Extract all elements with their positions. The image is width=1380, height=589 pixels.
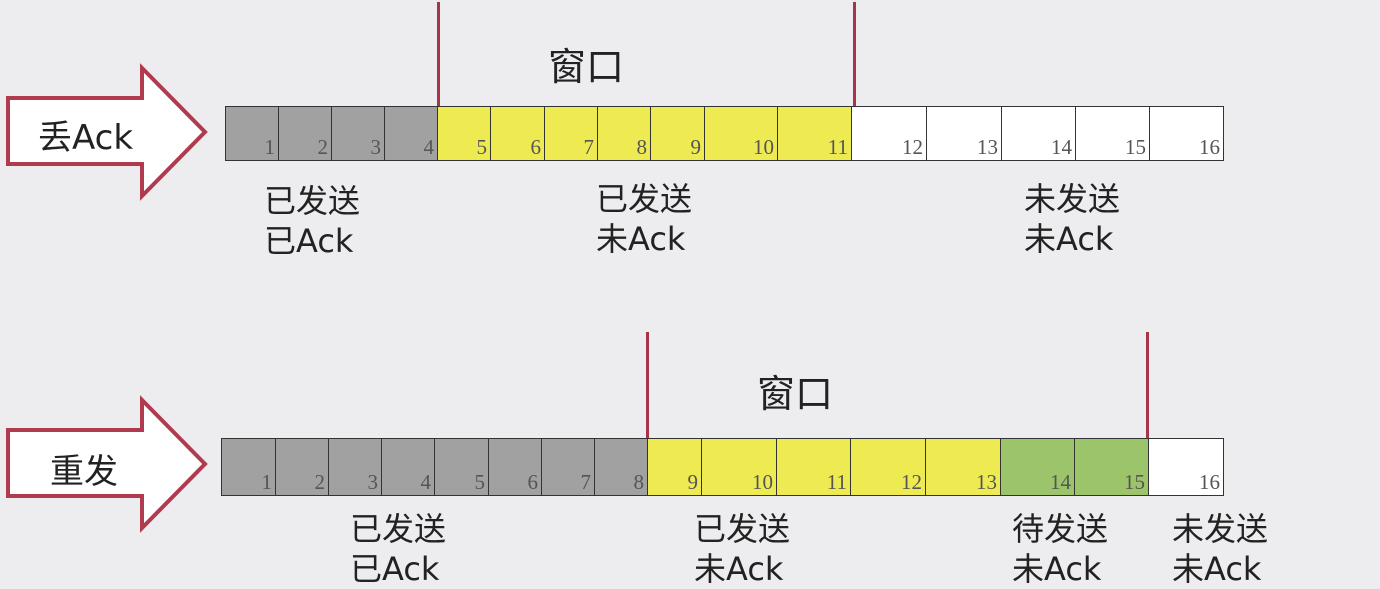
sequence-cell: 8 xyxy=(594,438,648,496)
sequence-cell: 10 xyxy=(701,438,777,496)
sequence-cell: 5 xyxy=(434,438,489,496)
sequence-number: 14 xyxy=(1051,135,1072,159)
sequence-number: 16 xyxy=(1199,470,1220,494)
sequence-number: 13 xyxy=(977,135,998,159)
sequence-number: 6 xyxy=(530,135,542,159)
sequence-cell: 6 xyxy=(490,106,545,161)
sequence-cell: 13 xyxy=(926,106,1002,161)
sequence-number: 12 xyxy=(902,135,923,159)
sequence-cell: 11 xyxy=(777,106,852,161)
sequence-number: 8 xyxy=(633,470,645,494)
sequence-cell: 12 xyxy=(850,438,926,496)
sequence-cell: 15 xyxy=(1074,438,1149,496)
state-label: 未发送 未Ack xyxy=(1024,180,1121,258)
sequence-number: 3 xyxy=(367,470,379,494)
sequence-cell: 12 xyxy=(851,106,927,161)
sequence-cell: 14 xyxy=(1001,106,1076,161)
sequence-cell: 2 xyxy=(278,106,332,161)
sequence-cell: 9 xyxy=(650,106,705,161)
state-label: 未发送 未Ack xyxy=(1172,510,1269,588)
sequence-number: 13 xyxy=(976,470,997,494)
sequence-number: 4 xyxy=(420,470,432,494)
sequence-number: 11 xyxy=(826,470,847,494)
sequence-cell: 10 xyxy=(704,106,778,161)
sequence-number: 14 xyxy=(1050,470,1071,494)
sequence-number: 9 xyxy=(690,135,702,159)
sequence-cell: 3 xyxy=(331,106,385,161)
sequence-number: 7 xyxy=(583,135,595,159)
sequence-cell: 7 xyxy=(544,106,598,161)
sequence-cell: 3 xyxy=(328,438,382,496)
window-right-line xyxy=(1146,332,1149,439)
sequence-cell: 16 xyxy=(1149,106,1224,161)
sequence-number: 4 xyxy=(423,135,435,159)
sequence-cell: 9 xyxy=(647,438,702,496)
state-label: 已发送 未Ack xyxy=(694,510,791,588)
sequence-number: 1 xyxy=(261,470,273,494)
sequence-number: 16 xyxy=(1199,135,1220,159)
sequence-cell: 11 xyxy=(776,438,851,496)
sequence-number: 12 xyxy=(901,470,922,494)
sequence-cell: 8 xyxy=(597,106,651,161)
window-left-line xyxy=(437,2,440,107)
sequence-cell: 6 xyxy=(488,438,542,496)
sequence-cell: 5 xyxy=(437,106,491,161)
sequence-number: 9 xyxy=(687,470,699,494)
state-label: 已发送 已Ack xyxy=(350,510,447,588)
row-title: 丢Ack xyxy=(38,118,134,158)
state-label: 待发送 未Ack xyxy=(1012,510,1109,588)
sequence-cell: 14 xyxy=(1000,438,1075,496)
sequence-number: 11 xyxy=(827,135,848,159)
window-right-line xyxy=(853,2,856,107)
sequence-number: 2 xyxy=(314,470,326,494)
sequence-number: 6 xyxy=(527,470,539,494)
row-title: 重发 xyxy=(50,452,118,492)
state-label: 已发送 未Ack xyxy=(596,180,693,258)
window-label: 窗口 xyxy=(757,372,834,416)
sequence-number: 2 xyxy=(317,135,329,159)
sequence-number: 1 xyxy=(264,135,276,159)
sequence-cell: 16 xyxy=(1148,438,1224,496)
sequence-number: 15 xyxy=(1125,135,1146,159)
window-left-line xyxy=(646,332,649,439)
sequence-number: 10 xyxy=(753,135,774,159)
window-label: 窗口 xyxy=(548,45,625,89)
sequence-number: 5 xyxy=(476,135,488,159)
sequence-cell: 2 xyxy=(275,438,329,496)
sequence-cell: 1 xyxy=(225,106,279,161)
sequence-number: 8 xyxy=(636,135,648,159)
sequence-number: 7 xyxy=(580,470,592,494)
sequence-number: 5 xyxy=(474,470,486,494)
sequence-number: 3 xyxy=(370,135,382,159)
sequence-cell: 13 xyxy=(925,438,1001,496)
sequence-number: 10 xyxy=(752,470,773,494)
sequence-cell: 1 xyxy=(221,438,276,496)
sequence-cell: 7 xyxy=(541,438,595,496)
sequence-cell: 15 xyxy=(1075,106,1150,161)
sequence-cell: 4 xyxy=(381,438,435,496)
sequence-cell: 4 xyxy=(384,106,438,161)
state-label: 已发送 已Ack xyxy=(264,182,361,260)
sequence-number: 15 xyxy=(1124,470,1145,494)
